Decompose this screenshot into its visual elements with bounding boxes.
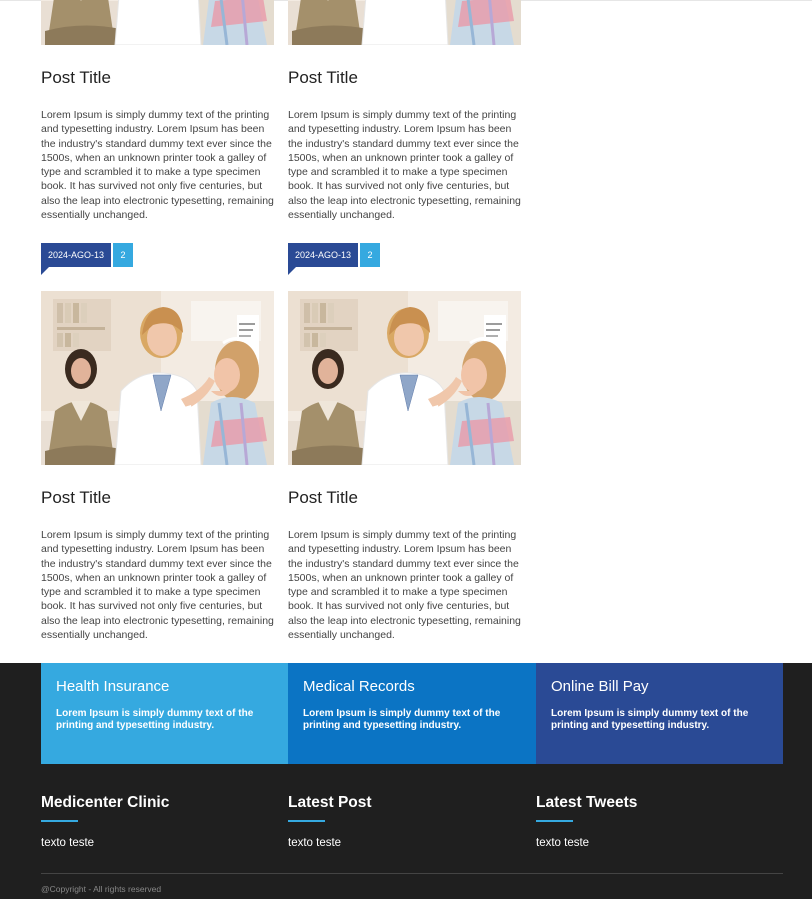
- feature-health-insurance[interactable]: Health Insurance Lorem Ipsum is simply d…: [41, 663, 288, 764]
- date-badge: 2024-AGO-13: [41, 243, 112, 275]
- copyright: @Copyright - All rights reserved: [41, 884, 162, 894]
- feature-online-bill-pay[interactable]: Online Bill Pay Lorem Ipsum is simply du…: [536, 663, 783, 764]
- post-excerpt: Lorem Ipsum is simply dummy text of the …: [41, 529, 274, 642]
- feature-title: Medical Records: [303, 678, 415, 695]
- post-title[interactable]: Post Title: [41, 488, 111, 508]
- footer-column-clinic: Medicenter Clinic texto teste: [41, 794, 281, 849]
- footer-divider: [41, 873, 783, 874]
- post-title[interactable]: Post Title: [41, 68, 111, 88]
- comment-count-badge[interactable]: 2: [113, 243, 133, 267]
- post-image[interactable]: [41, 0, 274, 45]
- post-card: Post Title Lorem Ipsum is simply dummy t…: [41, 0, 274, 275]
- footer-heading: Medicenter Clinic: [41, 794, 170, 811]
- heading-underline: [536, 820, 573, 822]
- feature-text: Lorem Ipsum is simply dummy text of the …: [303, 708, 501, 731]
- post-excerpt: Lorem Ipsum is simply dummy text of the …: [288, 109, 521, 222]
- footer-column-latest-tweets: Latest Tweets texto teste: [536, 794, 776, 849]
- post-card: Post Title Lorem Ipsum is simply dummy t…: [41, 291, 274, 651]
- post-title[interactable]: Post Title: [288, 488, 358, 508]
- footer-text[interactable]: texto teste: [288, 837, 528, 849]
- post-excerpt: Lorem Ipsum is simply dummy text of the …: [288, 529, 521, 642]
- feature-text: Lorem Ipsum is simply dummy text of the …: [551, 708, 749, 731]
- post-card: Post Title Lorem Ipsum is simply dummy t…: [288, 291, 521, 651]
- footer: Health Insurance Lorem Ipsum is simply d…: [0, 663, 812, 899]
- post-image[interactable]: [41, 291, 274, 465]
- footer-heading: Latest Tweets: [536, 794, 638, 811]
- feature-title: Health Insurance: [56, 678, 170, 695]
- feature-medical-records[interactable]: Medical Records Lorem Ipsum is simply du…: [288, 663, 536, 764]
- date-badge: 2024-AGO-13: [288, 243, 359, 275]
- feature-text: Lorem Ipsum is simply dummy text of the …: [56, 708, 254, 731]
- heading-underline: [288, 820, 325, 822]
- post-card: Post Title Lorem Ipsum is simply dummy t…: [288, 0, 521, 275]
- comment-count-badge[interactable]: 2: [360, 243, 380, 267]
- post-image[interactable]: [288, 0, 521, 45]
- post-title[interactable]: Post Title: [288, 68, 358, 88]
- heading-underline: [41, 820, 78, 822]
- footer-heading: Latest Post: [288, 794, 372, 811]
- footer-text: texto teste: [41, 837, 95, 849]
- footer-text[interactable]: texto teste: [536, 837, 776, 849]
- post-image[interactable]: [288, 291, 521, 465]
- post-excerpt: Lorem Ipsum is simply dummy text of the …: [41, 109, 274, 222]
- feature-title: Online Bill Pay: [551, 678, 649, 695]
- footer-column-latest-post: Latest Post texto teste: [288, 794, 528, 849]
- page: Post Title Lorem Ipsum is simply dummy t…: [0, 0, 812, 899]
